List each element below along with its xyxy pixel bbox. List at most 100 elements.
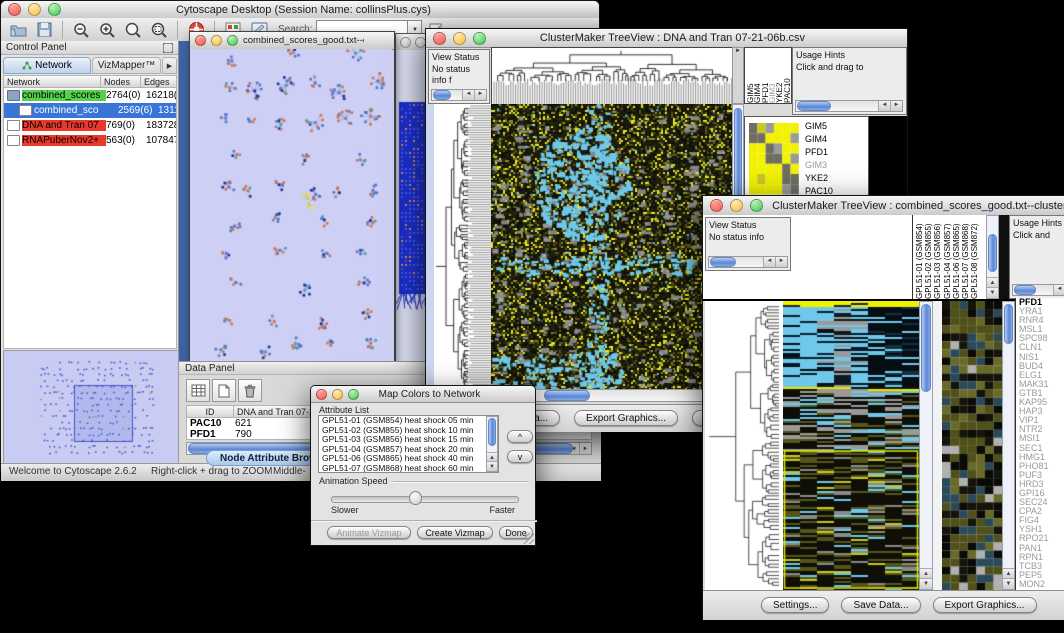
close-icon[interactable] bbox=[316, 389, 327, 400]
zoom-window-icon[interactable] bbox=[473, 32, 486, 45]
array-column-label[interactable]: GPL51-07 (GSM868) bbox=[961, 215, 970, 299]
zoom-window-icon[interactable] bbox=[48, 3, 61, 16]
gene-label[interactable]: PFD1 bbox=[805, 146, 865, 159]
birdseye-overview-canvas[interactable] bbox=[3, 350, 179, 464]
zoom-window-icon[interactable] bbox=[348, 389, 359, 400]
minimize-icon[interactable] bbox=[211, 35, 222, 46]
gene-label[interactable]: HRD3 bbox=[1019, 480, 1064, 489]
gene-label[interactable]: YSH1 bbox=[1019, 525, 1064, 534]
zoom-window-icon[interactable] bbox=[227, 35, 238, 46]
gene-label[interactable]: HAP3 bbox=[1019, 407, 1064, 416]
window-controls[interactable] bbox=[1, 3, 68, 16]
array-column-label[interactable]: GPL51-06 (GSM865) bbox=[952, 215, 961, 299]
gene-label[interactable]: YRA1 bbox=[1019, 307, 1064, 316]
network-list-row[interactable]: RNAPuberNov2+ 563(0) 107847(0) bbox=[4, 133, 176, 148]
gene-label[interactable]: MAK31 bbox=[1019, 380, 1064, 389]
zoom-out-icon[interactable] bbox=[70, 20, 92, 40]
new-attribute-icon[interactable] bbox=[212, 379, 236, 402]
column-gene-label[interactable]: GIM4 bbox=[754, 48, 761, 103]
array-column-label[interactable]: GPL51-08 (GSM872) bbox=[970, 215, 979, 299]
gene-label[interactable]: PEP5 bbox=[1019, 571, 1064, 580]
resize-grip[interactable] bbox=[523, 533, 534, 544]
treeview2-row-dendrogram-canvas[interactable] bbox=[705, 301, 783, 590]
tab-network[interactable]: Network bbox=[3, 57, 91, 74]
gene-label[interactable]: PUF3 bbox=[1019, 471, 1064, 480]
gene-label[interactable]: HMG1 bbox=[1019, 453, 1064, 462]
column-gene-label[interactable]: PAC10 bbox=[784, 48, 791, 103]
treeview1-splitter[interactable]: ► bbox=[732, 47, 744, 104]
gene-label[interactable]: VIP1 bbox=[1019, 416, 1064, 425]
data-col-id[interactable]: ID bbox=[186, 405, 234, 418]
gene-label[interactable]: MSI1 bbox=[1019, 434, 1064, 443]
treeview2-columns-vscrollbar[interactable]: ▲ ▼ bbox=[986, 215, 999, 299]
treeview1-row-dendrogram-canvas[interactable] bbox=[434, 104, 491, 389]
network-list-row[interactable]: combined_sco 2569(6) 13112(15) bbox=[4, 103, 176, 118]
gene-label[interactable]: SPC98 bbox=[1019, 334, 1064, 343]
gene-label[interactable]: GPI16 bbox=[1019, 489, 1064, 498]
close-icon[interactable] bbox=[433, 32, 446, 45]
treeview2-heatmap-canvas[interactable] bbox=[783, 301, 919, 590]
gene-label[interactable]: RNR4 bbox=[1019, 316, 1064, 325]
treeview1-action-button[interactable]: Export Graphics... bbox=[574, 410, 678, 426]
column-gene-label[interactable]: PFD1 bbox=[762, 48, 769, 103]
array-column-label[interactable]: GPL51-04 (GSM857) bbox=[943, 215, 952, 299]
tab-vizmapper[interactable]: VizMapper™ bbox=[92, 57, 161, 74]
minimize-icon[interactable] bbox=[453, 32, 466, 45]
treeview2-action-button[interactable]: Export Graphics... bbox=[933, 597, 1037, 613]
treeview2-action-button[interactable]: Settings... bbox=[761, 597, 829, 613]
move-up-button[interactable]: ^ bbox=[507, 430, 533, 443]
col-header-network[interactable]: Network bbox=[3, 75, 101, 88]
gene-label[interactable]: ELG1 bbox=[1019, 371, 1064, 380]
array-column-label[interactable]: GPL51-01 (GSM854) bbox=[915, 215, 924, 299]
usage-hints-hscrollbar[interactable]: ◄► bbox=[1012, 284, 1064, 296]
column-gene-label[interactable]: YKE2 bbox=[776, 48, 783, 103]
array-column-label[interactable]: GPL51-03 (GSM856) bbox=[933, 215, 942, 299]
animate-vizmap-button[interactable]: Animate Vizmap bbox=[327, 526, 411, 539]
delete-attribute-trash-icon[interactable] bbox=[238, 379, 262, 402]
gene-label[interactable]: MSL1 bbox=[1019, 325, 1064, 334]
treeview2-zoom-heatmap-canvas[interactable] bbox=[942, 301, 1002, 590]
gene-label[interactable]: NTR2 bbox=[1019, 425, 1064, 434]
gene-label[interactable]: GTB1 bbox=[1019, 389, 1064, 398]
minimize-icon[interactable] bbox=[730, 199, 743, 212]
gene-label[interactable]: PFD1 bbox=[1019, 298, 1064, 307]
treeview2-heatmap-vscrollbar[interactable]: ▲ ▼ bbox=[919, 301, 933, 590]
zoom-fit-icon[interactable] bbox=[148, 20, 170, 40]
treeview1-heatmap-canvas[interactable] bbox=[491, 104, 732, 389]
minimize-icon[interactable] bbox=[28, 3, 41, 16]
attribute-list[interactable]: GPL51-01 (GSM854) heat shock 05 minGPL51… bbox=[318, 415, 499, 473]
gene-label[interactable]: SEC1 bbox=[1019, 444, 1064, 453]
close-icon[interactable] bbox=[8, 3, 21, 16]
attribute-list-vscrollbar[interactable]: ▲ ▼ bbox=[486, 416, 498, 472]
close-icon[interactable] bbox=[400, 37, 411, 48]
gene-label[interactable]: YKE2 bbox=[805, 172, 865, 185]
usage-hints-hscrollbar[interactable]: ◄► bbox=[795, 100, 903, 112]
col-header-nodes[interactable]: Nodes bbox=[101, 75, 141, 88]
gene-label[interactable]: RPO21 bbox=[1019, 534, 1064, 543]
save-icon[interactable] bbox=[33, 20, 55, 40]
gene-label[interactable]: TCB3 bbox=[1019, 562, 1064, 571]
network-view-title-bar[interactable]: combined_scores_good.txt--cluste... bbox=[190, 32, 394, 50]
dialog-title-bar[interactable]: Map Colors to Network bbox=[311, 386, 535, 403]
close-icon[interactable] bbox=[195, 35, 206, 46]
select-attributes-icon[interactable] bbox=[186, 379, 210, 402]
gene-label[interactable]: GIM5 bbox=[805, 120, 865, 133]
treeview2-action-button[interactable]: Save Data... bbox=[841, 597, 920, 613]
col-header-edges[interactable]: Edges bbox=[141, 75, 177, 88]
gene-label[interactable]: RPN1 bbox=[1019, 553, 1064, 562]
treeview1-title-bar[interactable]: ClusterMaker TreeView : DNA and Tran 07-… bbox=[426, 29, 907, 48]
tab-overflow-arrow[interactable]: ▶ bbox=[162, 57, 177, 74]
gene-label[interactable]: NIS1 bbox=[1019, 353, 1064, 362]
attribute-list-item[interactable]: GPL51-07 (GSM868) heat shock 60 min bbox=[319, 464, 498, 473]
minimize-icon[interactable] bbox=[332, 389, 343, 400]
view-status-hscrollbar[interactable]: ◄► bbox=[708, 256, 788, 268]
open-file-icon[interactable] bbox=[7, 20, 29, 40]
treeview2-column-dendrogram-area[interactable] bbox=[791, 215, 913, 299]
gene-label[interactable]: CLN1 bbox=[1019, 343, 1064, 352]
network-list-row[interactable]: DNA and Tran 07 769(0) 183728(0) bbox=[4, 118, 176, 133]
gene-label[interactable]: KAP95 bbox=[1019, 398, 1064, 407]
move-down-button[interactable]: v bbox=[507, 450, 533, 463]
network-list-row[interactable]: combined_scores 2764(0) 16218(0) bbox=[4, 88, 176, 103]
close-icon[interactable] bbox=[710, 199, 723, 212]
gene-label[interactable]: SEC24 bbox=[1019, 498, 1064, 507]
